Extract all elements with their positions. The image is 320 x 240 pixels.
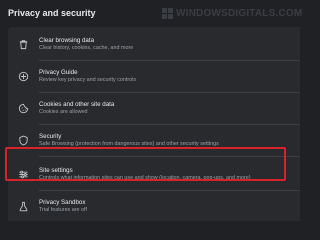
row-title: Cookies and other site data: [39, 100, 115, 108]
settings-page: Privacy and security WINDOWSDIGITALS.COM…: [0, 0, 302, 221]
row-privacy-guide[interactable]: Privacy Guide Review key privacy and sec…: [8, 61, 300, 91]
privacy-guide-icon: [17, 70, 29, 82]
row-title: Clear browsing data: [39, 36, 95, 44]
watermark-text: WINDOWSDIGITALS.COM: [176, 8, 303, 19]
trash-icon: [17, 38, 29, 50]
watermark: WINDOWSDIGITALS.COM: [162, 8, 302, 19]
row-privacy-sandbox[interactable]: Privacy Sandbox Trial features are off: [8, 191, 300, 221]
cookie-icon: [17, 102, 29, 114]
site-settings-highlight: [5, 147, 286, 181]
row-subtitle: Clear history, cookies, cache, and more: [39, 44, 134, 51]
row-clear-browsing-data[interactable]: Clear browsing data Clear history, cooki…: [8, 29, 300, 59]
shield-icon: [17, 134, 29, 146]
section-title: Privacy and security: [8, 8, 96, 18]
flask-icon: [17, 200, 29, 212]
row-title: Security: [39, 132, 62, 140]
row-subtitle: Review key privacy and security controls: [39, 76, 137, 83]
row-cookies[interactable]: Cookies and other site data Cookies are …: [8, 93, 300, 123]
row-subtitle: Cookies are allowed: [39, 108, 88, 115]
privacy-security-card: Clear browsing data Clear history, cooki…: [8, 27, 300, 221]
row-title: Privacy Guide: [39, 68, 78, 76]
windows-logo-icon: [162, 8, 173, 19]
row-title: Privacy Sandbox: [39, 198, 86, 206]
row-subtitle: Trial features are off: [39, 206, 87, 213]
